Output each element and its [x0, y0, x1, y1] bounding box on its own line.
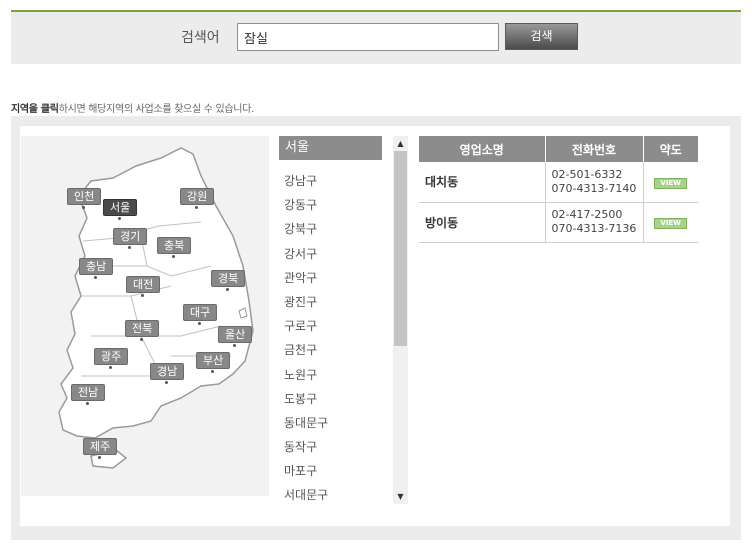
district-scrollbar[interactable]: ▲ ▼	[393, 136, 408, 504]
view-map-button[interactable]: VIEW	[654, 177, 688, 189]
hint-rest: 하시면 해당지역의 사업소를 찾으실 수 있습니다.	[58, 104, 255, 115]
district-item[interactable]: 강동구	[279, 190, 389, 214]
region-daejeon[interactable]: 대전	[126, 276, 161, 297]
office-name: 방이동	[419, 202, 546, 243]
header-office-name: 영업소명	[419, 136, 546, 162]
office-phone: 02-501-6332 070-4313-7140	[545, 162, 644, 203]
district-item[interactable]: 관악구	[279, 263, 389, 287]
district-item[interactable]: 동작구	[279, 432, 389, 456]
hint-text: 지역을 클릭하시면 해당지역의 사업소를 찾으실 수 있습니다.	[11, 100, 254, 115]
district-item[interactable]: 금천구	[279, 335, 389, 359]
region-jeju[interactable]: 제주	[83, 438, 118, 459]
table-row: 대치동 02-501-6332 070-4313-7140 VIEW	[419, 162, 698, 203]
region-gyeonggi[interactable]: 경기	[113, 228, 148, 249]
search-bar: 검색어 검색	[11, 10, 741, 64]
search-input[interactable]	[237, 23, 499, 51]
district-list: 강남구 강동구 강북구 강서구 관악구 광진구 구로구 금천구 노원구 도봉구 …	[279, 166, 389, 506]
phone-2: 070-4313-7136	[551, 222, 637, 235]
search-label: 검색어	[181, 30, 220, 46]
region-chungnam[interactable]: 충남	[79, 258, 114, 279]
region-ulsan[interactable]: 울산	[218, 326, 253, 347]
district-item[interactable]: 노원구	[279, 360, 389, 384]
region-gwangju[interactable]: 광주	[94, 348, 129, 369]
region-jeonbuk[interactable]: 전북	[125, 320, 160, 341]
district-item[interactable]: 강서구	[279, 239, 389, 263]
scroll-down-icon[interactable]: ▼	[393, 489, 408, 504]
district-item[interactable]: 강남구	[279, 166, 389, 190]
district-item[interactable]: 강북구	[279, 214, 389, 238]
district-item[interactable]: 서대문구	[279, 480, 389, 504]
region-chungbuk[interactable]: 충북	[157, 237, 192, 258]
office-name: 대치동	[419, 162, 546, 203]
district-item[interactable]: 광진구	[279, 287, 389, 311]
korea-map	[21, 136, 269, 496]
phone-1: 02-417-2500	[551, 208, 623, 221]
office-map: VIEW	[643, 202, 698, 243]
office-phone: 02-417-2500 070-4313-7136	[545, 202, 644, 243]
district-item[interactable]: 동대문구	[279, 408, 389, 432]
region-incheon[interactable]: 인천	[67, 188, 102, 209]
region-jeonnam[interactable]: 전남	[71, 384, 106, 405]
table-header-row: 영업소명 전화번호 약도	[419, 136, 698, 162]
korea-map-outline	[58, 147, 254, 469]
region-gyeongnam[interactable]: 경남	[150, 363, 185, 384]
region-daegu[interactable]: 대구	[183, 304, 218, 325]
scroll-up-icon[interactable]: ▲	[393, 136, 408, 151]
office-table: 영업소명 전화번호 약도 대치동 02-501-6332 070-4313-714…	[419, 136, 698, 243]
region-seoul[interactable]: 서울	[103, 199, 138, 220]
region-gangwon[interactable]: 강원	[180, 188, 215, 209]
hint-bold: 지역을 클릭	[11, 104, 59, 115]
header-map: 약도	[643, 136, 698, 162]
phone-2: 070-4313-7140	[551, 181, 637, 195]
search-button[interactable]: 검색	[505, 23, 578, 50]
district-item[interactable]: 구로구	[279, 311, 389, 335]
district-item[interactable]: 도봉구	[279, 384, 389, 408]
district-item[interactable]: 마포구	[279, 456, 389, 480]
scroll-thumb[interactable]	[394, 151, 407, 346]
phone-1: 02-501-6332	[551, 167, 623, 181]
view-map-button[interactable]: VIEW	[654, 218, 688, 229]
district-header: 서울	[279, 136, 382, 160]
header-phone: 전화번호	[545, 136, 644, 162]
table-row: 방이동 02-417-2500 070-4313-7136 VIEW	[419, 202, 698, 243]
region-gyeongbuk[interactable]: 경북	[211, 270, 246, 291]
region-busan[interactable]: 부산	[196, 352, 231, 373]
office-map: VIEW	[643, 162, 698, 203]
